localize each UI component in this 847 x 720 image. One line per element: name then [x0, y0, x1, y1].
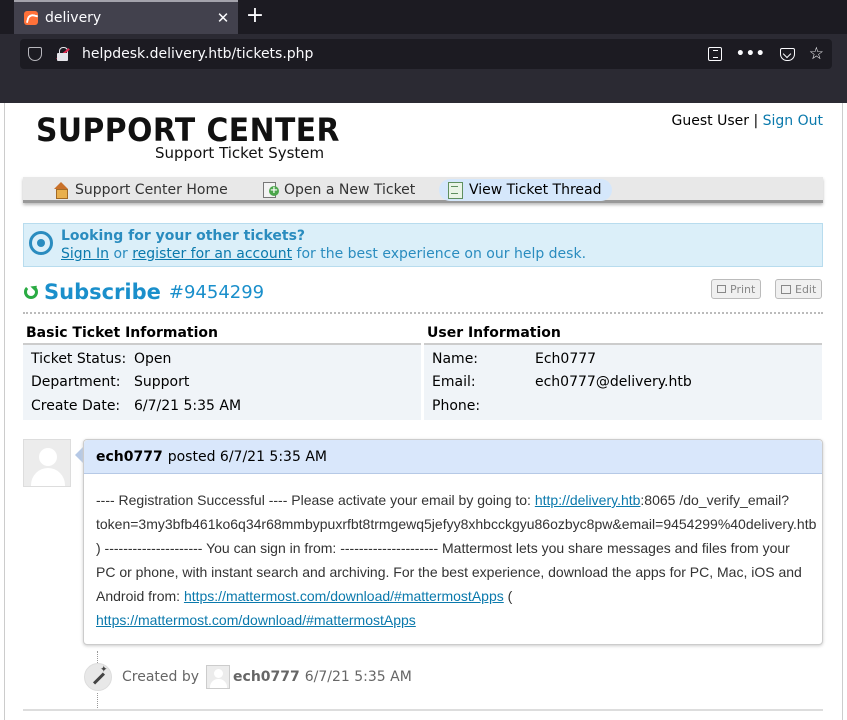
guest-user-label: Guest User: [671, 113, 749, 129]
message-body: ---- Registration Successful ---- Please…: [84, 474, 822, 632]
ticket-title: Subscribe #9454299: [24, 280, 264, 304]
sign-in-link[interactable]: Sign In: [61, 246, 109, 262]
tab-title: delivery: [45, 10, 102, 26]
magic-wand-icon: [84, 663, 112, 691]
info-row-phone: Phone:: [424, 394, 822, 418]
register-link[interactable]: register for an account: [132, 246, 292, 262]
info-notice: Looking for your other tickets? Sign In …: [23, 223, 823, 267]
edit-icon: [781, 284, 791, 294]
nav-label: View Ticket Thread: [469, 182, 602, 198]
print-label: Print: [730, 282, 756, 296]
timeline-line: [97, 651, 98, 663]
bottom-rule: [23, 709, 823, 711]
info-row-department: Department: Support: [23, 371, 421, 395]
avatar: [206, 665, 231, 689]
ticket-subject[interactable]: Subscribe: [44, 280, 161, 304]
info-row-email: Email: ech0777@delivery.htb: [424, 371, 822, 395]
notice-tail-text: for the best experience on our help desk…: [296, 246, 587, 262]
message-text: (: [503, 588, 513, 604]
browser-tab[interactable]: delivery ✕: [14, 0, 238, 34]
nav-label: Open a New Ticket: [284, 182, 416, 198]
info-row-status: Ticket Status: Open: [23, 347, 421, 371]
info-row-create-date: Create Date: 6/7/21 5:35 AM: [23, 394, 421, 418]
page-actions-menu-icon[interactable]: •••: [736, 46, 766, 62]
basic-ticket-info: Basic Ticket Information Ticket Status: …: [23, 323, 421, 420]
new-ticket-icon: [262, 182, 279, 198]
title-divider: [23, 312, 823, 314]
sign-out-link[interactable]: Sign Out: [763, 113, 823, 129]
mattermost-download-link[interactable]: https://mattermost.com/download/#matterm…: [96, 612, 416, 628]
bookmark-star-icon[interactable]: ☆: [809, 44, 824, 64]
nav-view-ticket-thread[interactable]: View Ticket Thread: [439, 179, 612, 201]
print-button[interactable]: Print: [711, 279, 762, 299]
user-info-heading: User Information: [424, 323, 822, 345]
browser-tab-bar: delivery ✕ +: [0, 0, 847, 34]
event-created-by: Created by: [122, 669, 200, 685]
browser-nav-bar: helpdesk.delivery.htb/tickets.php ••• ☆: [0, 34, 847, 103]
message-posted-time: posted 6/7/21 5:35 AM: [167, 448, 327, 465]
user-info-table: Name: Ech0777 Email: ech0777@delivery.ht…: [424, 345, 822, 420]
close-tab-icon[interactable]: ✕: [212, 9, 234, 27]
tracking-shield-icon[interactable]: [28, 47, 42, 61]
url-text[interactable]: helpdesk.delivery.htb/tickets.php: [82, 46, 708, 62]
insecure-lock-icon[interactable]: [56, 47, 70, 61]
reader-view-icon[interactable]: [707, 47, 722, 61]
compass-icon: [29, 231, 53, 255]
info-value: ech0777@delivery.htb: [535, 374, 692, 391]
message-author: ech0777: [96, 448, 163, 465]
info-label: Email:: [432, 374, 476, 391]
event-time: 6/7/21 5:35 AM: [304, 669, 412, 685]
info-label: Create Date:: [31, 397, 121, 414]
timeline-line: [97, 693, 98, 710]
edit-button[interactable]: Edit: [775, 279, 823, 299]
event-user: ech0777: [233, 669, 300, 685]
info-label: Phone:: [432, 397, 481, 414]
firefox-favicon-icon: [24, 11, 38, 25]
message-pointer: [75, 447, 83, 463]
info-label: Name:: [432, 350, 479, 367]
user-info: Guest User | Sign Out: [672, 113, 823, 129]
delivery-link[interactable]: http://delivery.htb: [535, 492, 641, 508]
ticket-number: #9454299: [168, 281, 265, 303]
print-icon: [717, 285, 726, 293]
site-logo-subtitle: Support Ticket System: [155, 144, 325, 162]
main-nav: Support Center Home Open a New Ticket Vi…: [23, 177, 823, 203]
url-bar[interactable]: helpdesk.delivery.htb/tickets.php ••• ☆: [20, 39, 832, 69]
info-label: Ticket Status:: [31, 350, 127, 367]
notice-or-text: or: [113, 246, 128, 262]
thread-event: Created by ech0777 6/7/21 5:35 AM: [84, 663, 412, 691]
info-value: Support: [134, 374, 190, 391]
avatar: [23, 439, 71, 487]
home-icon: [53, 182, 69, 199]
notice-title: Looking for your other tickets?: [61, 228, 306, 244]
user-separator: |: [753, 113, 759, 129]
user-info-panel: User Information Name: Ech0777 Email: ec…: [424, 323, 822, 420]
thread-message: ech0777 posted 6/7/21 5:35 AM ---- Regis…: [83, 439, 823, 645]
info-value: 6/7/21 5:35 AM: [134, 397, 242, 414]
ticket-thread-icon: [447, 182, 463, 199]
new-tab-icon[interactable]: +: [244, 4, 266, 28]
pocket-icon[interactable]: [779, 47, 795, 61]
info-row-name: Name: Ech0777: [424, 347, 822, 371]
nav-open-new-ticket[interactable]: Open a New Ticket: [254, 179, 425, 201]
message-text: ---- Registration Successful ---- Please…: [96, 492, 535, 508]
mattermost-download-link[interactable]: https://mattermost.com/download/#matterm…: [184, 588, 504, 604]
nav-support-center-home[interactable]: Support Center Home: [45, 179, 238, 201]
notice-body: Sign In or register for an account for t…: [61, 246, 586, 262]
info-value: Ech0777: [535, 350, 597, 367]
edit-label: Edit: [795, 282, 817, 296]
basic-info-table: Ticket Status: Open Department: Support …: [23, 345, 421, 420]
info-value: Open: [134, 350, 172, 367]
info-label: Department:: [31, 374, 121, 391]
refresh-icon[interactable]: [24, 285, 38, 299]
nav-label: Support Center Home: [75, 182, 228, 198]
message-header: ech0777 posted 6/7/21 5:35 AM: [84, 440, 822, 474]
basic-info-heading: Basic Ticket Information: [23, 323, 421, 345]
web-page: SUPPORT CENTER Support Ticket System Gue…: [0, 103, 847, 720]
